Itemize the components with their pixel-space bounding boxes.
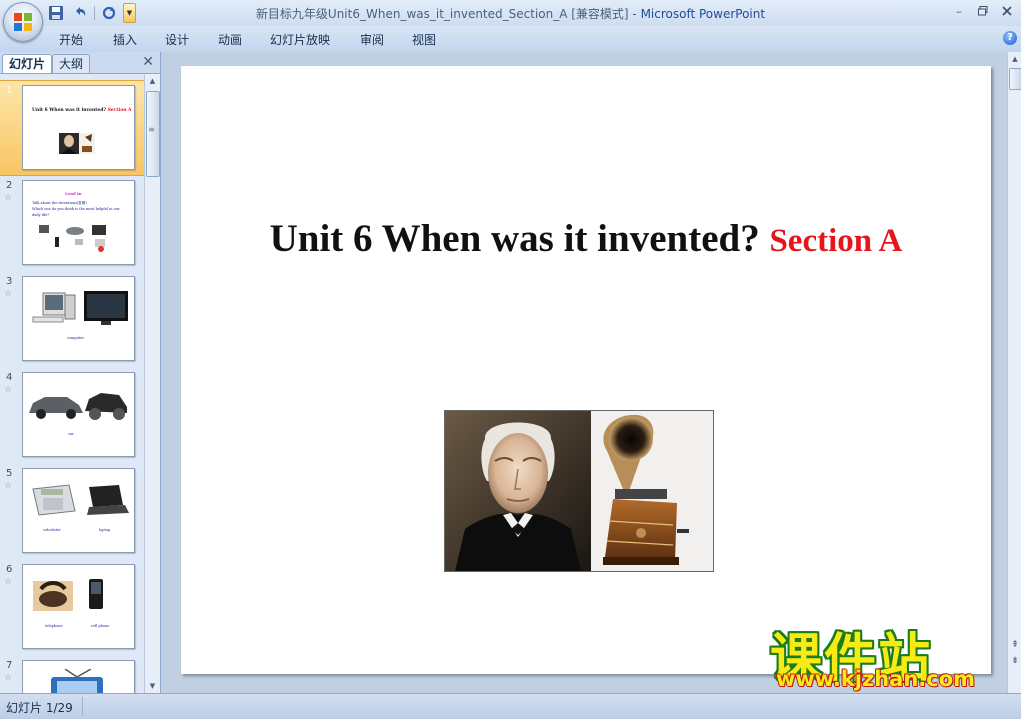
minimize-button[interactable]: – bbox=[949, 2, 969, 20]
slide-thumbnail-row-5[interactable]: 5 ☆ calculator laptop bbox=[0, 464, 144, 558]
slide-number: 7 bbox=[6, 660, 13, 671]
pane-tab-strip: 幻灯片 大纲 ✕ bbox=[0, 52, 160, 74]
status-bar: 幻灯片 1/29 bbox=[0, 693, 1021, 719]
restore-button[interactable] bbox=[973, 2, 993, 20]
animation-star-icon: ☆ bbox=[4, 385, 13, 395]
app-name: Microsoft PowerPoint bbox=[640, 7, 766, 21]
slide-title[interactable]: Unit 6 When was it invented? Section A bbox=[181, 216, 991, 261]
watermark-logo: 课件站 www.kjzhan.com bbox=[770, 616, 1006, 696]
animation-star-icon: ☆ bbox=[4, 481, 13, 491]
scrollbar-thumb[interactable]: ≡ bbox=[146, 91, 160, 177]
thumb-inventions-images bbox=[39, 225, 106, 252]
thumb-title-main: Unit 6 When was it invented? bbox=[32, 108, 106, 113]
office-logo-icon bbox=[14, 13, 32, 31]
tab-insert[interactable]: 插入 bbox=[113, 31, 137, 48]
status-separator bbox=[82, 697, 83, 715]
thumb-caption: cell phone bbox=[91, 624, 110, 628]
scroll-up-icon[interactable]: ▲ bbox=[1008, 52, 1021, 66]
slide-thumbnail-7[interactable] bbox=[22, 660, 135, 693]
editor-scrollbar[interactable]: ▲ ⇞ ⇟ bbox=[1007, 52, 1021, 693]
slide-thumbnail-row-3[interactable]: 3 ☆ computer bbox=[0, 272, 144, 366]
thumb-caption: computer bbox=[67, 336, 85, 340]
tab-review[interactable]: 审阅 bbox=[360, 31, 384, 48]
watermark-url: www.kjzhan.com bbox=[776, 667, 976, 691]
tab-home[interactable]: 开始 bbox=[59, 31, 83, 48]
thumb-caption: calculator bbox=[43, 528, 61, 532]
grip-icon: ≡ bbox=[148, 125, 155, 134]
close-button[interactable] bbox=[997, 2, 1017, 20]
ribbon-tab-bar: 开始 插入 设计 动画 幻灯片放映 审阅 视图 ? bbox=[0, 26, 1021, 53]
slide-number: 2 bbox=[6, 180, 13, 191]
slide-thumbnail-list: 1 Unit 6 When was it invented? Section A… bbox=[0, 74, 144, 693]
slide-number: 4 bbox=[6, 372, 13, 383]
slide-thumbnail-row-2[interactable]: 2 ☆ Lead in Talk about the inventions(发明… bbox=[0, 176, 144, 270]
slide-thumbnail-row-7[interactable]: 7 ☆ bbox=[0, 656, 144, 693]
office-button[interactable] bbox=[3, 2, 43, 42]
thumb-title: Unit 6 When was it invented? Section A bbox=[32, 108, 132, 113]
slide-title-section: Section A bbox=[769, 223, 903, 259]
animation-star-icon: ☆ bbox=[4, 577, 13, 587]
window-controls: – bbox=[949, 2, 1017, 20]
current-slide[interactable]: Unit 6 When was it invented? Section A bbox=[181, 66, 991, 674]
thumb-caption: telephone bbox=[45, 624, 63, 628]
thumb-edison-image bbox=[59, 133, 95, 154]
thumb-computer-images bbox=[32, 291, 128, 325]
slide-number: 6 bbox=[6, 564, 13, 575]
animation-star-icon: ☆ bbox=[4, 673, 13, 683]
thumb-tv-image bbox=[51, 669, 103, 693]
tab-view[interactable]: 视图 bbox=[412, 31, 436, 48]
scroll-down-icon[interactable]: ▼ bbox=[145, 679, 160, 693]
previous-slide-icon[interactable]: ⇞ bbox=[1008, 638, 1021, 652]
slide-counter: 幻灯片 1/29 bbox=[6, 701, 73, 715]
slide-thumbnail-1[interactable]: Unit 6 When was it invented? Section A bbox=[22, 85, 135, 170]
slide-editor: Unit 6 When was it invented? Section A bbox=[161, 52, 1007, 693]
thumb-caption: laptop bbox=[99, 528, 111, 532]
slide-thumbnail-row-6[interactable]: 6 ☆ telephone cell phone bbox=[0, 560, 144, 654]
animation-star-icon: ☆ bbox=[4, 193, 13, 203]
document-name: 新目标九年级Unit6_When_was_it_invented_Section… bbox=[255, 7, 641, 21]
tab-outline[interactable]: 大纲 bbox=[52, 54, 91, 73]
animation-star-icon: ☆ bbox=[4, 289, 13, 299]
slide-thumbnail-2[interactable]: Lead in Talk about the inventions(发明) Wh… bbox=[22, 180, 135, 265]
slide-thumbnail-4[interactable]: car bbox=[22, 372, 135, 457]
title-bar: ▼ 新目标九年级Unit6_When_was_it_invented_Secti… bbox=[0, 0, 1021, 26]
thumb-line: Talk about the inventions(发明) bbox=[32, 201, 87, 205]
slide-thumbnail-3[interactable]: computer bbox=[22, 276, 135, 361]
window-title: 新目标九年级Unit6_When_was_it_invented_Section… bbox=[0, 5, 1021, 22]
slide-number: 5 bbox=[6, 468, 13, 479]
thumb-heading: Lead in bbox=[65, 191, 82, 196]
thumb-car-images bbox=[29, 393, 127, 420]
tab-animations[interactable]: 动画 bbox=[218, 31, 242, 48]
slide-title-main: Unit 6 When was it invented? bbox=[269, 217, 770, 260]
slide-thumbnail-row-1[interactable]: 1 Unit 6 When was it invented? Section A bbox=[0, 80, 144, 176]
slide-thumbnail-6[interactable]: telephone cell phone bbox=[22, 564, 135, 649]
thumb-line: Which one do you think is the most helpf… bbox=[32, 207, 120, 211]
close-pane-icon[interactable]: ✕ bbox=[142, 54, 154, 70]
tab-design[interactable]: 设计 bbox=[165, 31, 189, 48]
scrollbar-thumb[interactable] bbox=[1009, 68, 1021, 90]
edison-phonograph-image[interactable] bbox=[444, 410, 714, 572]
thumb-calculator-laptop-images bbox=[32, 484, 129, 516]
thumb-line: daily life? bbox=[32, 213, 50, 217]
slide-thumbnail-5[interactable]: calculator laptop bbox=[22, 468, 135, 553]
thumbnail-scrollbar[interactable]: ▲ ≡ ▼ bbox=[144, 74, 160, 693]
thumb-title-section: Section A bbox=[107, 108, 132, 113]
thumb-phone-images bbox=[33, 579, 103, 611]
tab-slideshow[interactable]: 幻灯片放映 bbox=[270, 31, 330, 48]
scroll-up-icon[interactable]: ▲ bbox=[145, 74, 160, 88]
tab-slides[interactable]: 幻灯片 bbox=[2, 54, 53, 73]
help-icon[interactable]: ? bbox=[1003, 31, 1017, 45]
slide-thumbnail-row-4[interactable]: 4 ☆ car bbox=[0, 368, 144, 462]
slides-pane: 幻灯片 大纲 ✕ 1 Unit 6 When was it invented? … bbox=[0, 52, 161, 693]
slide-number: 3 bbox=[6, 276, 13, 287]
slide-number: 1 bbox=[6, 85, 13, 96]
thumb-caption: car bbox=[68, 432, 74, 436]
next-slide-icon[interactable]: ⇟ bbox=[1008, 654, 1021, 668]
